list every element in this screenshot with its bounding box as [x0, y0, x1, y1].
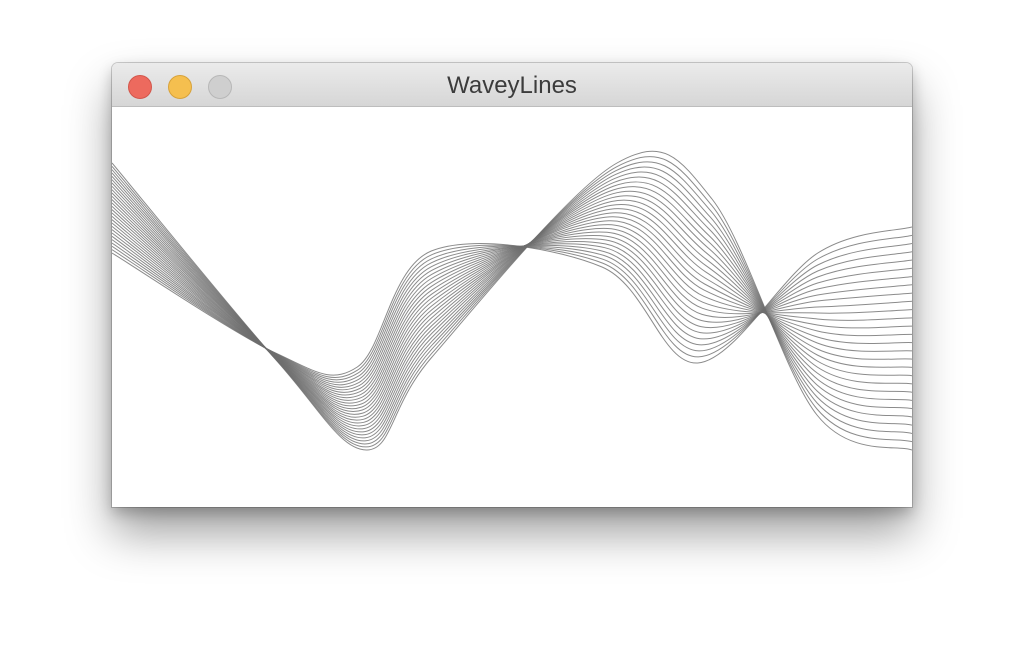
wave-line: [112, 161, 912, 445]
wave-lines-canvas: [112, 150, 912, 451]
app-window: WaveyLines: [112, 63, 912, 507]
desktop-background: WaveyLines: [0, 0, 1024, 668]
wave-line: [112, 171, 912, 439]
wave-line: [112, 181, 912, 433]
wave-line: [112, 166, 912, 442]
title-bar[interactable]: WaveyLines: [112, 63, 912, 107]
canvas: [112, 107, 912, 507]
window-title: WaveyLines: [447, 72, 577, 99]
wave-line: [112, 150, 912, 451]
